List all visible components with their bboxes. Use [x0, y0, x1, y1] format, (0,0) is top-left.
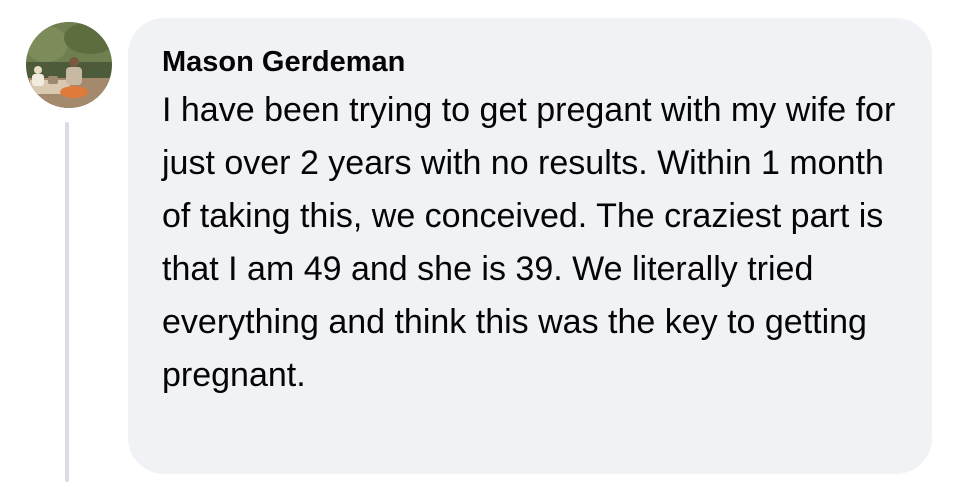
comment-bubble: Mason Gerdeman I have been trying to get… — [128, 18, 932, 474]
comment-text: I have been trying to get pregant with m… — [162, 91, 896, 394]
thread-line — [65, 122, 69, 482]
avatar[interactable] — [26, 22, 112, 108]
avatar-photo — [26, 22, 112, 108]
comment-author-name[interactable]: Mason Gerdeman — [162, 44, 902, 80]
